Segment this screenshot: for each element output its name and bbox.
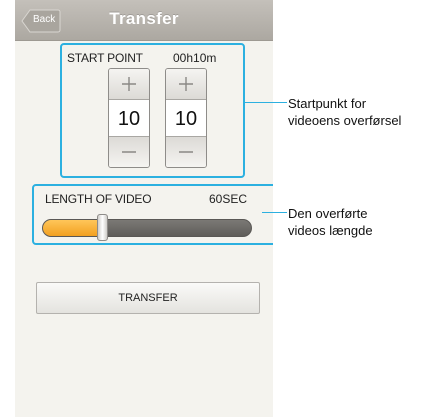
start-point-value: 00h10m xyxy=(173,51,217,65)
hours-decrement-button[interactable] xyxy=(109,136,149,167)
length-callout-line xyxy=(262,212,287,213)
length-slider-fill xyxy=(43,220,104,236)
plus-icon xyxy=(122,77,136,91)
start-point-callout: Startpunkt for videoens overførsel xyxy=(288,95,436,129)
hours-increment-button[interactable] xyxy=(109,69,149,100)
phone-screen: Back Transfer START POINT 00h10m 10 10 L… xyxy=(15,0,273,417)
length-slider-track[interactable] xyxy=(42,219,252,237)
length-label: LENGTH OF VIDEO xyxy=(45,192,152,206)
minutes-decrement-button[interactable] xyxy=(166,136,206,167)
minutes-increment-button[interactable] xyxy=(166,69,206,100)
length-callout: Den overførte videos længde xyxy=(288,205,436,239)
start-point-callout-line1: Startpunkt for xyxy=(288,96,367,111)
page-title: Transfer xyxy=(109,9,179,28)
hours-value: 10 xyxy=(109,100,149,138)
length-value: 60SEC xyxy=(209,192,248,206)
start-point-label: START POINT xyxy=(67,51,143,65)
hours-stepper: 10 xyxy=(108,68,150,168)
minus-icon xyxy=(179,151,193,153)
length-slider-thumb[interactable] xyxy=(97,214,108,241)
plus-icon xyxy=(179,77,193,91)
transfer-button[interactable]: TRANSFER xyxy=(36,282,260,314)
title-bar: Back Transfer xyxy=(15,0,273,41)
minutes-stepper: 10 xyxy=(165,68,207,168)
length-callout-line2: videos længde xyxy=(288,223,373,238)
minus-icon xyxy=(122,151,136,153)
minutes-value: 10 xyxy=(166,100,206,138)
length-callout-line1: Den overførte xyxy=(288,206,368,221)
start-point-callout-line xyxy=(245,102,287,103)
start-point-callout-line2: videoens overførsel xyxy=(288,113,402,128)
